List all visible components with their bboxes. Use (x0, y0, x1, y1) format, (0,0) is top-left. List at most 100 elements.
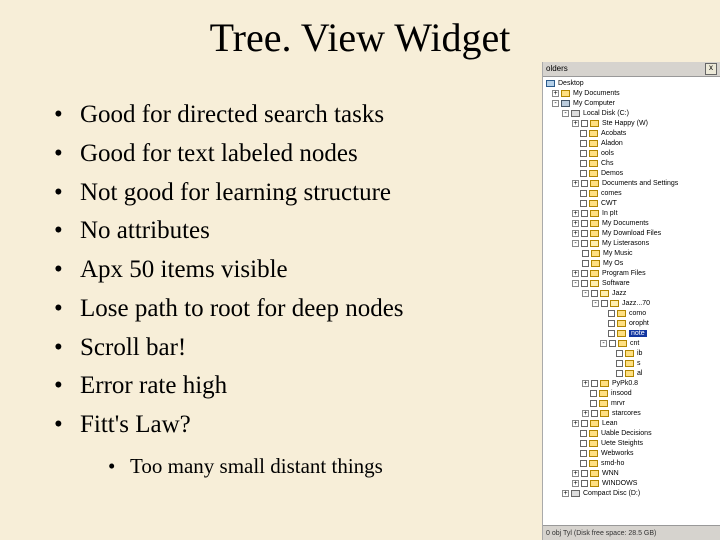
expander-icon[interactable]: + (572, 480, 579, 487)
checkbox-icon[interactable] (580, 450, 587, 457)
checkbox-icon[interactable] (591, 290, 598, 297)
expander-icon[interactable]: + (572, 470, 579, 477)
expander-icon[interactable]: + (582, 380, 589, 387)
tree-node[interactable]: +starcores (544, 408, 719, 418)
checkbox-icon[interactable] (580, 200, 587, 207)
checkbox-icon[interactable] (580, 140, 587, 147)
tree-node[interactable]: Acobats (544, 128, 719, 138)
checkbox-icon[interactable] (581, 280, 588, 287)
checkbox-icon[interactable] (591, 410, 598, 417)
checkbox-icon[interactable] (581, 270, 588, 277)
checkbox-icon[interactable] (582, 250, 589, 257)
tree-node[interactable]: smd-ho (544, 458, 719, 468)
tree-node[interactable]: oropht (544, 318, 719, 328)
tree-node[interactable]: +My Documents (544, 218, 719, 228)
tree-node[interactable]: Desktop (544, 78, 719, 88)
checkbox-icon[interactable] (608, 310, 615, 317)
tree-node[interactable]: +My Download Files (544, 228, 719, 238)
tree-node[interactable]: My Os (544, 258, 719, 268)
tree-node[interactable]: +Lean (544, 418, 719, 428)
checkbox-icon[interactable] (580, 440, 587, 447)
expander-icon[interactable]: + (572, 270, 579, 277)
tree-node[interactable]: ools (544, 148, 719, 158)
checkbox-icon[interactable] (580, 430, 587, 437)
checkbox-icon[interactable] (581, 480, 588, 487)
checkbox-icon[interactable] (581, 210, 588, 217)
expander-icon[interactable]: + (582, 410, 589, 417)
tree-node[interactable]: Aladon (544, 138, 719, 148)
tree-node[interactable]: Chs (544, 158, 719, 168)
tree-node[interactable]: -Jazz (544, 288, 719, 298)
tree-node[interactable]: -cnt (544, 338, 719, 348)
tree-node[interactable]: mrvr (544, 398, 719, 408)
checkbox-icon[interactable] (580, 130, 587, 137)
expander-icon[interactable]: + (552, 90, 559, 97)
expander-icon[interactable]: - (600, 340, 607, 347)
tree-node[interactable]: CWT (544, 198, 719, 208)
checkbox-icon[interactable] (580, 160, 587, 167)
checkbox-icon[interactable] (590, 390, 597, 397)
expander-icon[interactable]: + (572, 230, 579, 237)
checkbox-icon[interactable] (608, 320, 615, 327)
tree-node[interactable]: ib (544, 348, 719, 358)
tree-node[interactable]: +My Documents (544, 88, 719, 98)
checkbox-icon[interactable] (581, 470, 588, 477)
checkbox-icon[interactable] (601, 300, 608, 307)
tree-node[interactable]: +In pIt (544, 208, 719, 218)
expander-icon[interactable]: - (592, 300, 599, 307)
tree-node[interactable]: al (544, 368, 719, 378)
tree-node[interactable]: +WINDOWS (544, 478, 719, 488)
expander-icon[interactable]: - (572, 240, 579, 247)
expander-icon[interactable]: - (562, 110, 569, 117)
checkbox-icon[interactable] (580, 460, 587, 467)
tree-node[interactable]: -Jazz...70 (544, 298, 719, 308)
tree-node[interactable]: -My Computer (544, 98, 719, 108)
tree-node[interactable]: +PyPk0.8 (544, 378, 719, 388)
tree-node[interactable]: Uete Steights (544, 438, 719, 448)
tree-node-selected[interactable]: note (544, 328, 719, 338)
checkbox-icon[interactable] (582, 260, 589, 267)
checkbox-icon[interactable] (608, 330, 615, 337)
checkbox-icon[interactable] (581, 230, 588, 237)
checkbox-icon[interactable] (580, 170, 587, 177)
expander-icon[interactable]: - (572, 280, 579, 287)
expander-icon[interactable]: - (582, 290, 589, 297)
expander-icon[interactable]: + (572, 420, 579, 427)
tree-node[interactable]: +Ste Happy (W) (544, 118, 719, 128)
expander-icon[interactable]: + (562, 490, 569, 497)
expander-icon[interactable]: + (572, 180, 579, 187)
tree-node[interactable]: comes (544, 188, 719, 198)
tree-node[interactable]: como (544, 308, 719, 318)
checkbox-icon[interactable] (580, 150, 587, 157)
checkbox-icon[interactable] (616, 360, 623, 367)
checkbox-icon[interactable] (580, 190, 587, 197)
checkbox-icon[interactable] (590, 400, 597, 407)
tree-node[interactable]: +Program Files (544, 268, 719, 278)
tree-node[interactable]: +Documents and Settings (544, 178, 719, 188)
checkbox-icon[interactable] (616, 370, 623, 377)
expander-icon[interactable]: - (552, 100, 559, 107)
tree-node[interactable]: -Local Disk (C:) (544, 108, 719, 118)
tree-node[interactable]: +WNN (544, 468, 719, 478)
tree-node[interactable]: My Music (544, 248, 719, 258)
checkbox-icon[interactable] (609, 340, 616, 347)
expander-icon[interactable]: + (572, 120, 579, 127)
expander-icon[interactable]: + (572, 220, 579, 227)
checkbox-icon[interactable] (616, 350, 623, 357)
tree-node[interactable]: Demos (544, 168, 719, 178)
tree-node[interactable]: s (544, 358, 719, 368)
tree-node[interactable]: -My Listerasons (544, 238, 719, 248)
tree-node[interactable]: Uable Decisions (544, 428, 719, 438)
checkbox-icon[interactable] (591, 380, 598, 387)
checkbox-icon[interactable] (581, 180, 588, 187)
tree-node[interactable]: -Software (544, 278, 719, 288)
tree-view[interactable]: Desktop +My Documents -My Computer -Loca… (543, 76, 720, 526)
checkbox-icon[interactable] (581, 120, 588, 127)
checkbox-icon[interactable] (581, 220, 588, 227)
tree-node[interactable]: +Compact Disc (D:) (544, 488, 719, 498)
checkbox-icon[interactable] (581, 420, 588, 427)
expander-icon[interactable]: + (572, 210, 579, 217)
tree-node[interactable]: insood (544, 388, 719, 398)
checkbox-icon[interactable] (581, 240, 588, 247)
close-icon[interactable]: x (705, 63, 717, 75)
